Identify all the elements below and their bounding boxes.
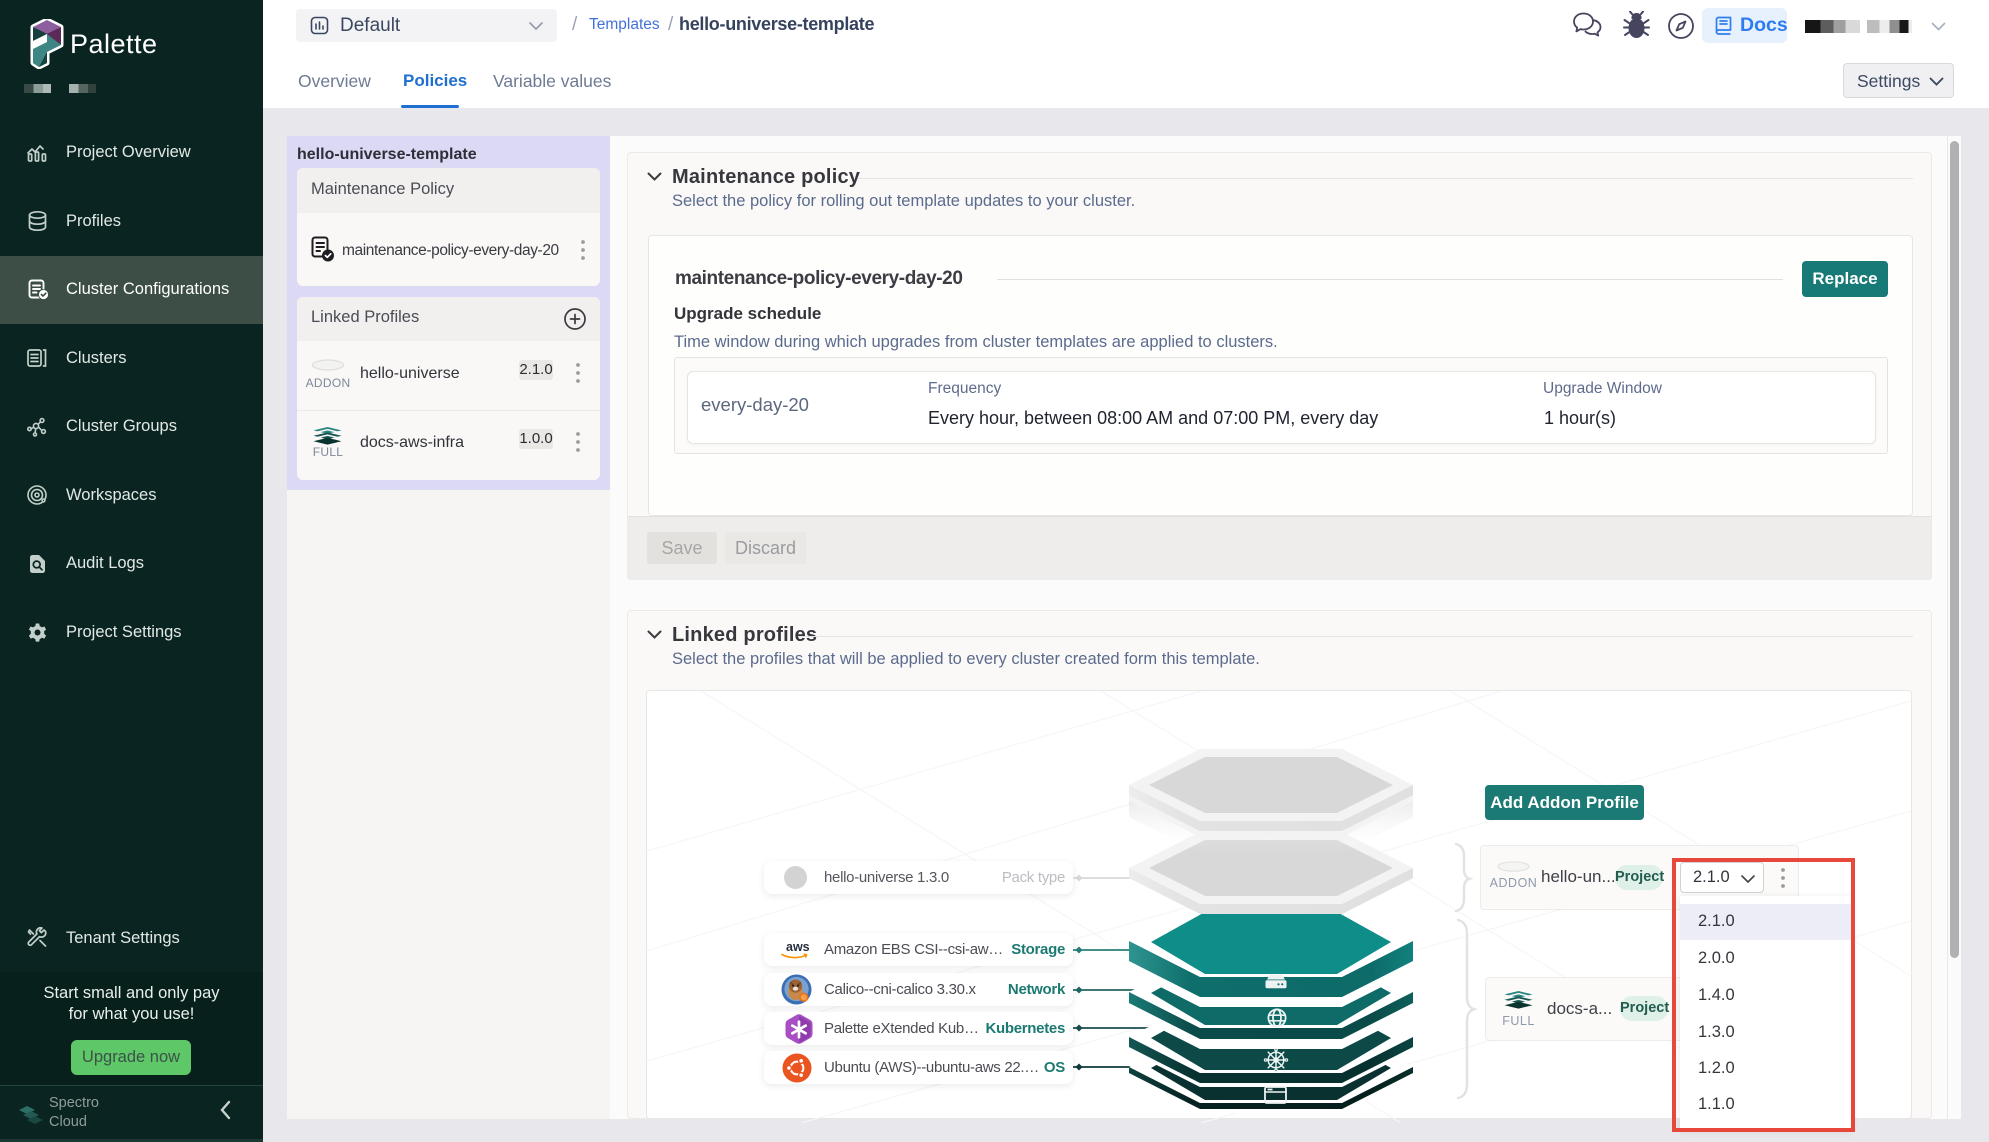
svg-text:aws: aws [786, 940, 810, 954]
